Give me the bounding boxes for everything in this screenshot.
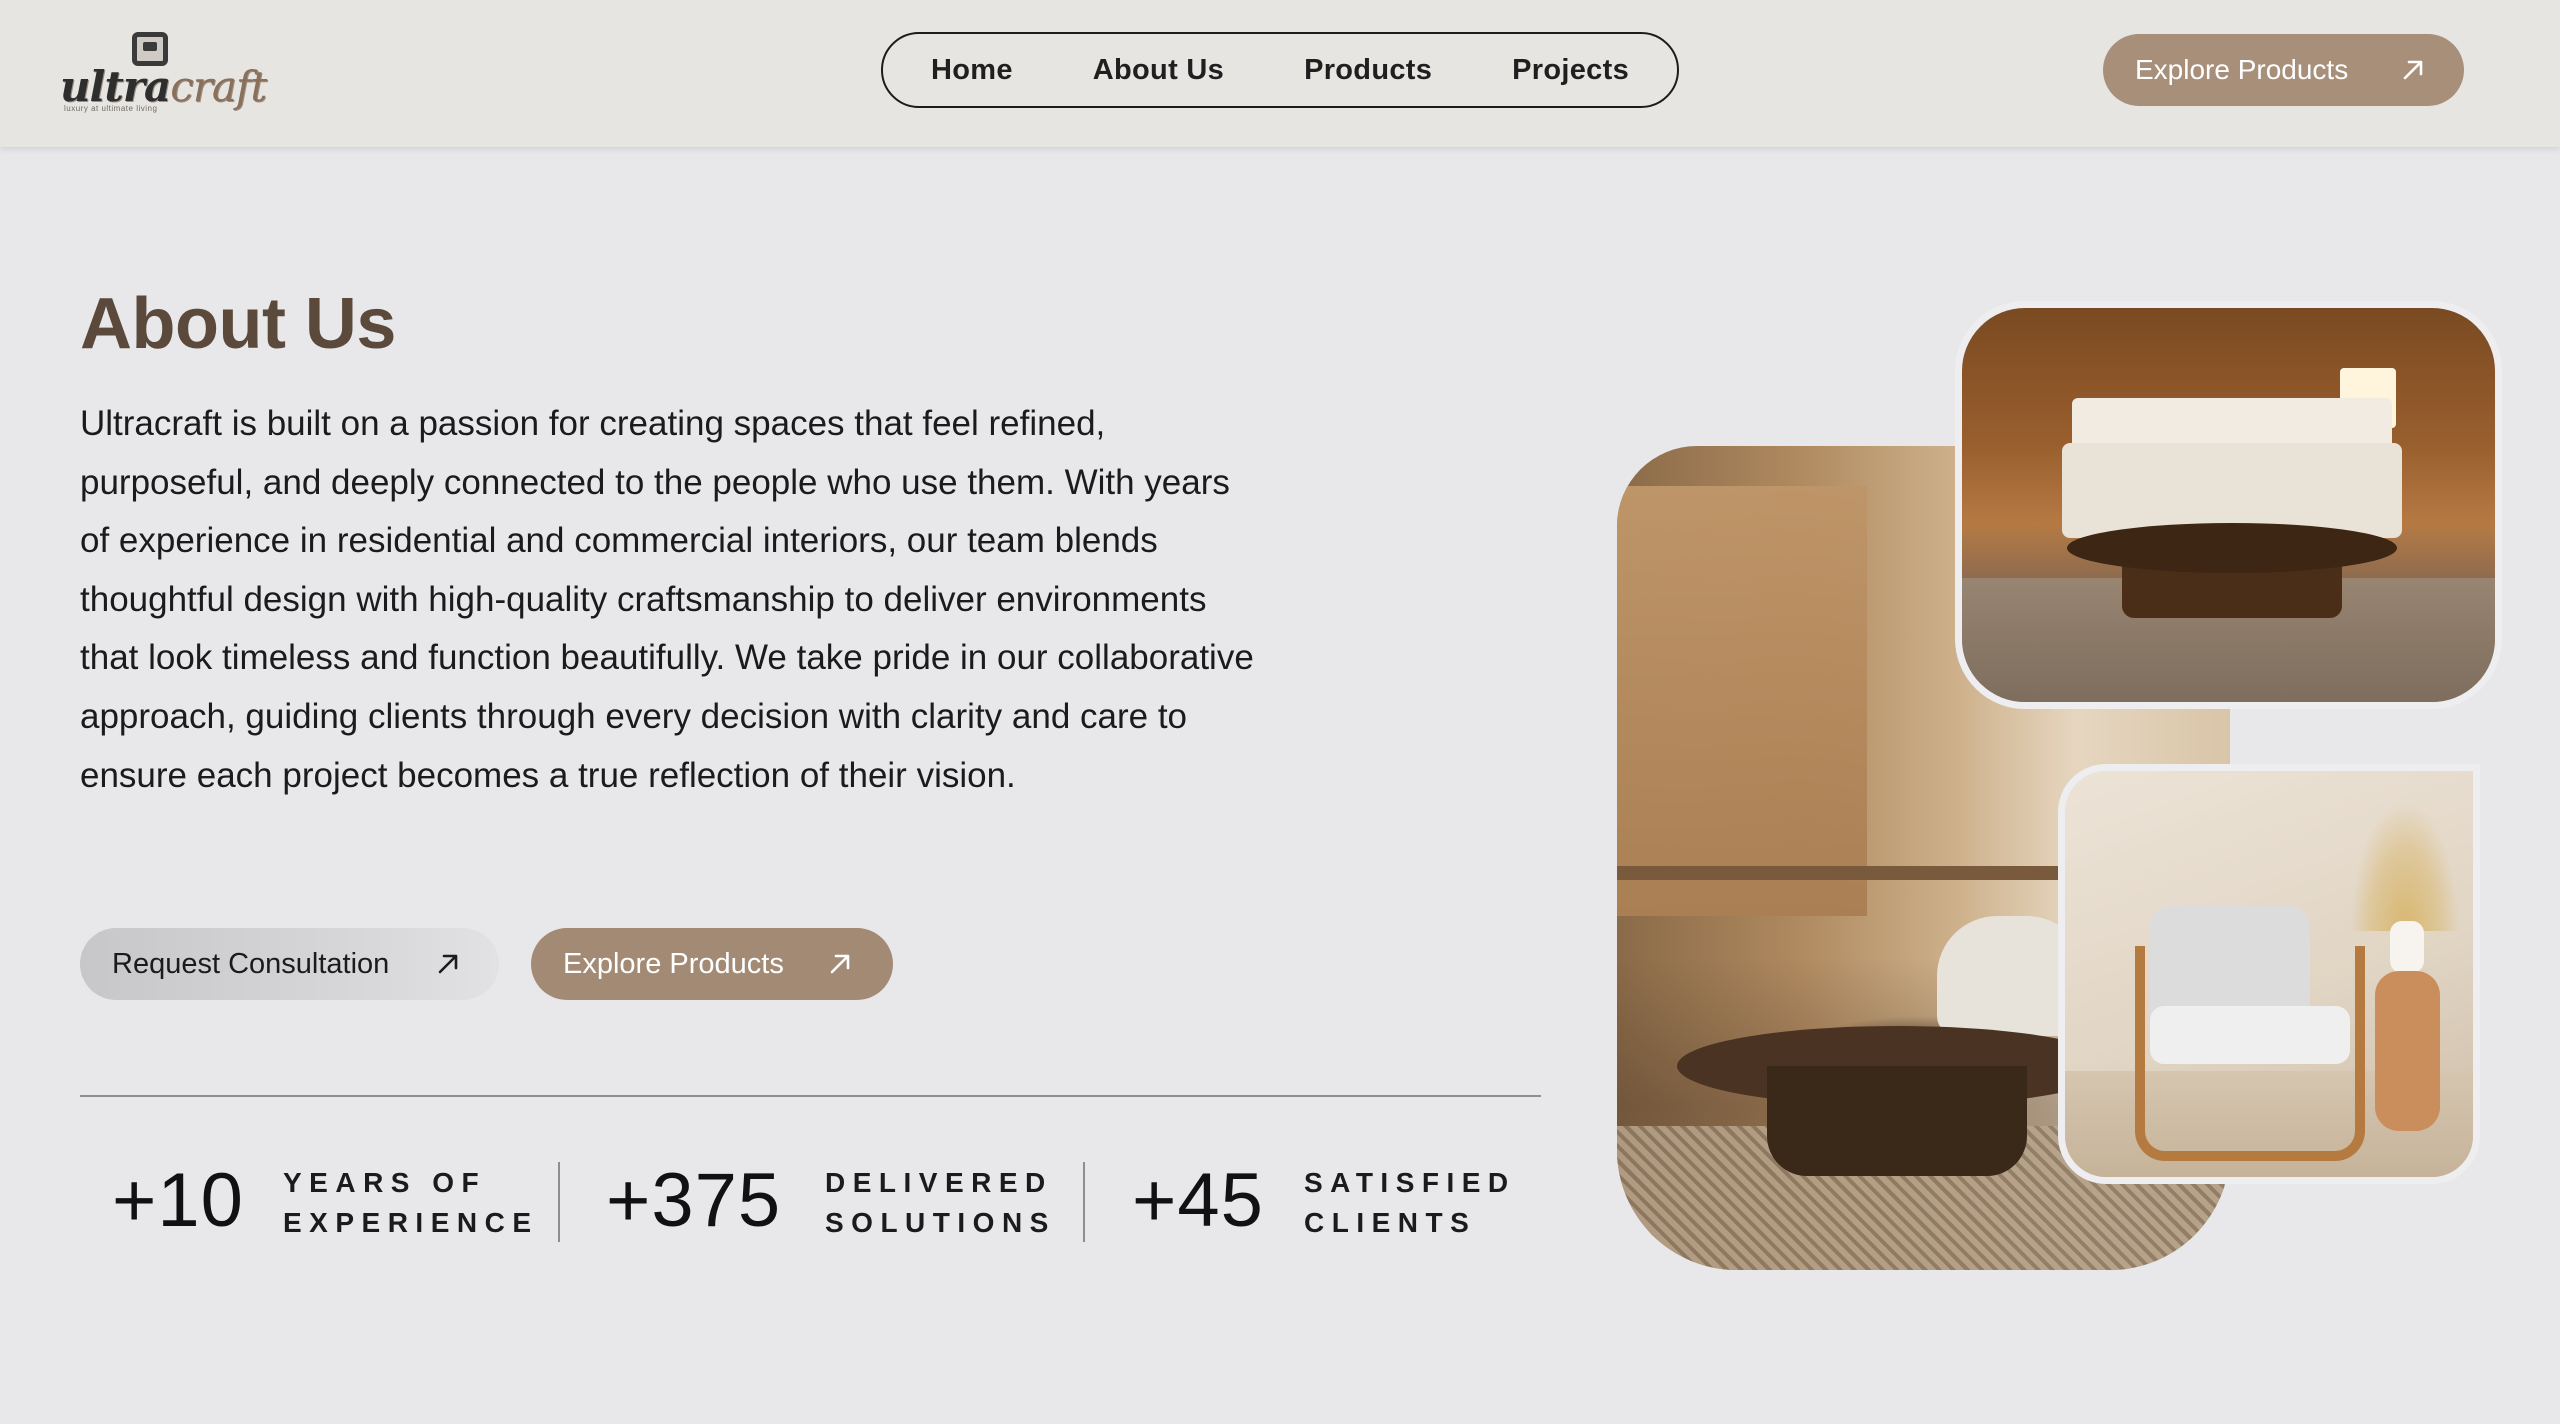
header-explore-label: Explore Products: [2135, 54, 2349, 85]
stat-separator: [1083, 1162, 1085, 1242]
page-title: About Us: [80, 284, 396, 364]
ultracraft-logo[interactable]: ultracraft luxury at ultimate living: [60, 28, 267, 118]
stat-clients-value: +45: [1132, 1158, 1264, 1243]
arrow-up-right-icon: [438, 954, 458, 974]
stats-divider: [80, 1095, 1541, 1097]
main-nav: Home About Us Products Projects: [881, 32, 1679, 108]
explore-products-label: Explore Products: [563, 947, 784, 980]
nav-about-us[interactable]: About Us: [1093, 54, 1224, 87]
request-consultation-button[interactable]: Request Consultation: [80, 928, 499, 1000]
nav-products[interactable]: Products: [1304, 54, 1432, 87]
logo-mark-icon: [132, 32, 168, 66]
explore-products-button[interactable]: Explore Products: [531, 928, 893, 1000]
nav-home[interactable]: Home: [931, 54, 1013, 87]
nav-projects[interactable]: Projects: [1512, 54, 1629, 87]
stat-years-value: +10: [112, 1158, 244, 1243]
interior-armchair-image: [2058, 764, 2480, 1184]
stat-separator: [558, 1162, 560, 1242]
site-header: ultracraft luxury at ultimate living Hom…: [0, 0, 2560, 147]
about-paragraph: Ultracraft is built on a passion for cre…: [80, 404, 1254, 795]
arrow-up-right-icon: [830, 954, 850, 974]
header-explore-products-button[interactable]: Explore Products: [2103, 34, 2464, 106]
stat-solutions-value: +375: [606, 1158, 782, 1243]
stat-years-label: YEARS OF EXPERIENCE: [283, 1167, 539, 1238]
stat-solutions-label: DELIVERED SOLUTIONS: [825, 1167, 1056, 1238]
request-consultation-label: Request Consultation: [112, 947, 390, 980]
stat-clients-label: SATISFIED CLIENTS: [1304, 1167, 1516, 1238]
arrow-up-right-icon: [2403, 60, 2423, 80]
logo-tagline: luxury at ultimate living: [64, 104, 158, 113]
interior-lounge-image: [1955, 301, 2502, 709]
